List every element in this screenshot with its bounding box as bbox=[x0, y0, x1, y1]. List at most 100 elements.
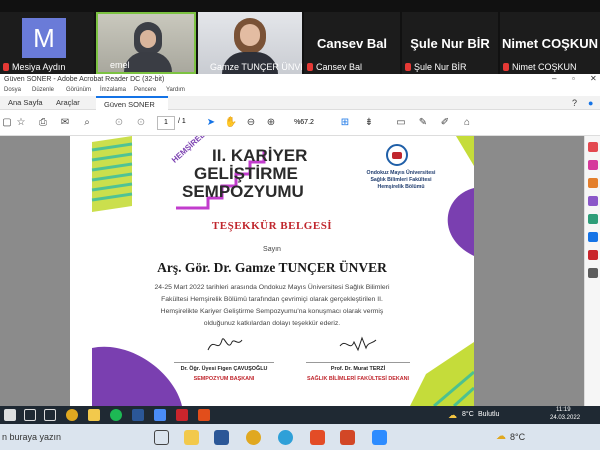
fill-sign-icon[interactable] bbox=[588, 232, 598, 242]
organize-pages-icon[interactable] bbox=[588, 214, 598, 224]
chrome-icon[interactable] bbox=[66, 409, 78, 421]
export-pdf-icon[interactable] bbox=[588, 142, 598, 152]
participant-tile[interactable]: Nimet COŞKUN Nimet COŞKUN bbox=[500, 12, 600, 74]
chrome-icon[interactable] bbox=[246, 430, 261, 445]
university-logo-icon bbox=[386, 144, 408, 166]
folder-icon[interactable] bbox=[88, 409, 100, 421]
toolbar: ▢ ☆ ⎙ ✉ ⌕ ⊙ ⊙ 1 / 1 ➤ ✋ ⊖ ⊕ %67.2 ⊞ ⇟ ▭ … bbox=[0, 110, 600, 136]
signer2-title: SAĞLIK BİLİMLERİ FAKÜLTESİ DEKANI bbox=[306, 376, 410, 382]
spotify-icon[interactable] bbox=[110, 409, 122, 421]
office-icon[interactable] bbox=[310, 430, 325, 445]
scroll-mode-icon[interactable]: ⇟ bbox=[362, 116, 376, 130]
participant-tile[interactable]: emel bbox=[96, 12, 196, 74]
start-icon[interactable] bbox=[4, 409, 16, 421]
body-line: Fakültesi Hemşirelik Bölümü tarafından ç… bbox=[161, 296, 383, 303]
weather-text: Bulutlu bbox=[478, 411, 500, 418]
help-icon[interactable]: ? bbox=[572, 98, 577, 108]
search-icon[interactable]: ⌕ bbox=[80, 116, 94, 130]
word-icon[interactable] bbox=[132, 409, 144, 421]
zoom-app-icon[interactable] bbox=[154, 409, 166, 421]
edit-pdf-icon[interactable] bbox=[588, 160, 598, 170]
menu-item-file[interactable]: Dosya bbox=[4, 87, 21, 93]
comment-tool-icon[interactable] bbox=[588, 178, 598, 188]
previous-page-icon[interactable]: ⊙ bbox=[112, 116, 126, 130]
clock-time[interactable]: 11:19 bbox=[556, 407, 571, 413]
hand-tool-icon[interactable]: ✋ bbox=[224, 116, 238, 130]
menu-item-edit[interactable]: Düzenle bbox=[32, 87, 54, 93]
participant-name: Mesiya Aydın bbox=[12, 62, 66, 72]
body-line: 24-25 Mart 2022 tarihleri arasında Ondok… bbox=[154, 284, 390, 291]
powerpoint-icon[interactable] bbox=[198, 409, 210, 421]
bookmark-star-icon[interactable]: ☆ bbox=[14, 116, 28, 130]
create-pdf-icon[interactable]: ▢ bbox=[0, 116, 14, 130]
comment-icon[interactable]: ▭ bbox=[394, 116, 408, 130]
participant-tile[interactable]: Şule Nur BİR Şule Nur BİR bbox=[402, 12, 498, 74]
task-view-icon[interactable] bbox=[154, 430, 169, 445]
combine-files-icon[interactable] bbox=[588, 196, 598, 206]
university-name: Ondokuz Mayıs Üniversitesi Sağlık Biliml… bbox=[356, 170, 446, 191]
stamp-icon[interactable]: ⌂ bbox=[460, 116, 474, 130]
word-icon[interactable] bbox=[214, 430, 229, 445]
participant-name: Cansev Bal bbox=[316, 62, 363, 72]
window-title: Güven SONER - Adobe Acrobat Reader DC (3… bbox=[4, 76, 165, 83]
participant-tile[interactable]: M Mesiya Aydın bbox=[0, 12, 94, 74]
more-tools-icon[interactable] bbox=[588, 268, 598, 278]
fit-page-icon[interactable]: ⊞ bbox=[338, 116, 352, 130]
participant-display-name: Cansev Bal bbox=[316, 36, 388, 51]
weather-temp: 8°C bbox=[510, 432, 526, 442]
powerpoint-icon[interactable] bbox=[340, 430, 355, 445]
weather-icon[interactable]: ☁ bbox=[448, 410, 457, 421]
acrobat-icon[interactable] bbox=[176, 409, 188, 421]
account-icon[interactable]: ● bbox=[588, 98, 593, 108]
menu-item-help[interactable]: Yardım bbox=[166, 87, 185, 93]
edge-icon[interactable] bbox=[278, 430, 293, 445]
participant-name: Nimet COŞKUN bbox=[512, 62, 577, 72]
taskbar-search-box[interactable]: n buraya yazın bbox=[2, 432, 61, 442]
minimize-button[interactable]: – bbox=[552, 74, 556, 83]
close-button[interactable]: ✕ bbox=[590, 74, 597, 83]
page-number-input[interactable]: 1 bbox=[157, 116, 175, 130]
protect-icon[interactable] bbox=[588, 250, 598, 260]
maximize-button[interactable]: ▫ bbox=[572, 74, 575, 83]
page-total: / 1 bbox=[178, 118, 186, 125]
muted-mic-icon bbox=[405, 63, 411, 71]
muted-mic-icon bbox=[3, 63, 9, 71]
participant-tile[interactable]: Gamze TUNÇER ÜNVER bbox=[198, 12, 302, 74]
stripe-shape-top-right bbox=[456, 136, 474, 166]
tab-bar: Ana Sayfa Araçlar Güven SONER ? ● bbox=[0, 96, 600, 110]
university-line1: Ondokuz Mayıs Üniversitesi bbox=[366, 170, 436, 176]
signature-line bbox=[306, 362, 410, 363]
menu-item-window[interactable]: Pencere bbox=[134, 87, 156, 93]
select-cursor-icon[interactable]: ➤ bbox=[204, 116, 218, 130]
zoom-app-icon[interactable] bbox=[372, 430, 387, 445]
participant-name: Gamze TUNÇER ÜNVER bbox=[210, 62, 302, 72]
highlight-pen-icon[interactable]: ✎ bbox=[416, 116, 430, 130]
participant-display-name: Nimet COŞKUN bbox=[501, 36, 599, 51]
tab-document[interactable]: Güven SONER bbox=[96, 96, 168, 110]
tab-home[interactable]: Ana Sayfa bbox=[0, 96, 51, 110]
next-page-icon[interactable]: ⊙ bbox=[134, 116, 148, 130]
folder-icon[interactable] bbox=[184, 430, 199, 445]
signer1-title: SEMPOZYUM BAŞKANI bbox=[193, 376, 255, 382]
participant-name: emel bbox=[110, 60, 130, 70]
email-icon[interactable]: ✉ bbox=[58, 116, 72, 130]
muted-mic-icon bbox=[307, 63, 313, 71]
tab-tools[interactable]: Araçlar bbox=[48, 96, 88, 110]
menu-item-sign[interactable]: İmzalama bbox=[100, 87, 126, 93]
participant-tile[interactable]: Cansev Bal Cansev Bal bbox=[304, 12, 400, 74]
print-icon[interactable]: ⎙ bbox=[36, 116, 50, 130]
menu-item-view[interactable]: Görünüm bbox=[66, 87, 91, 93]
signature-line bbox=[174, 362, 274, 363]
avatar: M bbox=[22, 18, 66, 58]
task-view-icon[interactable] bbox=[44, 409, 56, 421]
certificate-page: HEMŞİRELİKTE II. KARİYER GELİŞTİRME SEMP… bbox=[70, 136, 474, 406]
signature-2 bbox=[339, 336, 377, 352]
clock-date[interactable]: 24.03.2022 bbox=[550, 415, 580, 421]
zoom-out-icon[interactable]: ⊖ bbox=[244, 116, 258, 130]
remote-taskbar: ☁ 8°C Bulutlu 11:19 24.03.2022 bbox=[0, 406, 600, 424]
weather-icon[interactable]: ☁ bbox=[496, 431, 506, 442]
zoom-in-icon[interactable]: ⊕ bbox=[264, 116, 278, 130]
draw-icon[interactable]: ✐ bbox=[438, 116, 452, 130]
search-icon[interactable] bbox=[24, 409, 36, 421]
zoom-level[interactable]: %67.2 bbox=[284, 116, 324, 130]
